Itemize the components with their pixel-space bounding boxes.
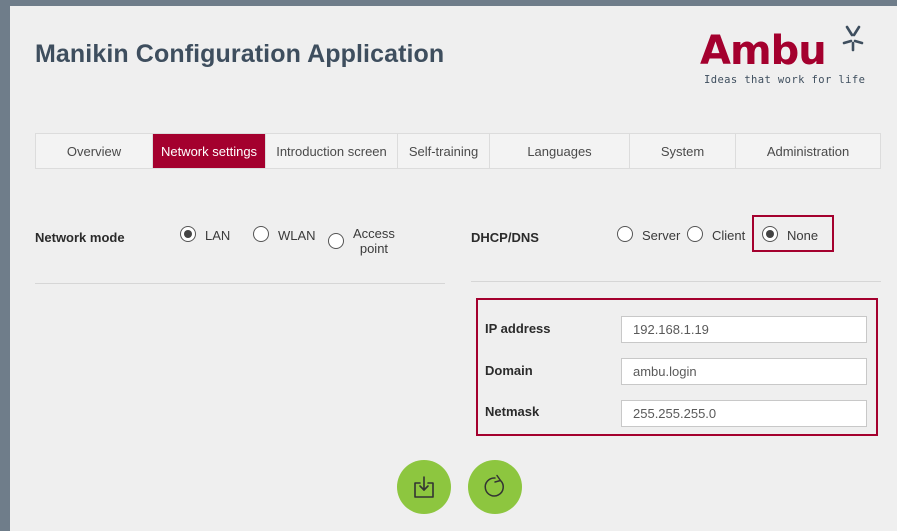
logo-tagline: Ideas that work for life (704, 74, 866, 86)
radio-client-button[interactable] (687, 226, 703, 242)
left-divider (35, 283, 445, 284)
page-title: Manikin Configuration Application (35, 40, 445, 68)
radio-server-label: Server (642, 228, 681, 243)
tab-self-training[interactable]: Self-training (398, 134, 490, 168)
radio-server-button[interactable] (617, 226, 633, 242)
logo-wordmark: Ambu (700, 28, 827, 74)
app-panel: Manikin Configuration Application Ambu I… (10, 6, 897, 531)
tab-introduction-screen[interactable]: Introduction screen (266, 134, 398, 168)
dhcp-dns-label: DHCP/DNS (471, 230, 539, 245)
ambu-logo: Ambu Ideas that work for life (690, 24, 890, 94)
logo-star-icon (842, 25, 864, 52)
radio-client[interactable]: Client (687, 226, 746, 243)
ip-address-input[interactable] (621, 316, 867, 343)
radio-wlan-button[interactable] (253, 226, 269, 242)
radio-none[interactable]: None (762, 226, 819, 243)
tab-languages[interactable]: Languages (490, 134, 630, 168)
radio-client-label: Client (712, 228, 746, 243)
radio-lan-label: LAN (205, 228, 231, 243)
radio-access-point[interactable]: Access point (328, 226, 395, 256)
refresh-icon (484, 474, 504, 497)
tab-network-settings[interactable]: Network settings (153, 134, 266, 168)
radio-none-label: None (787, 228, 819, 243)
ip-address-label: IP address (485, 321, 551, 336)
radio-lan[interactable]: LAN (180, 226, 231, 243)
radio-server[interactable]: Server (617, 226, 681, 243)
right-divider (471, 281, 881, 282)
radio-access-point-button[interactable] (328, 233, 344, 249)
network-mode-label: Network mode (35, 230, 125, 245)
save-button[interactable] (397, 460, 451, 514)
tab-system[interactable]: System (630, 134, 736, 168)
domain-label: Domain (485, 363, 533, 378)
radio-none-button[interactable] (762, 226, 778, 242)
settings-tabs: Overview Network settings Introduction s… (35, 133, 881, 169)
radio-wlan-label: WLAN (278, 228, 316, 243)
tab-overview[interactable]: Overview (36, 134, 153, 168)
refresh-button[interactable] (468, 460, 522, 514)
radio-access-point-label: Access point (353, 226, 395, 256)
netmask-input[interactable] (621, 400, 867, 427)
radio-wlan[interactable]: WLAN (253, 226, 316, 243)
radio-lan-button[interactable] (180, 226, 196, 242)
download-tray-icon (414, 476, 434, 498)
netmask-label: Netmask (485, 404, 540, 419)
domain-input[interactable] (621, 358, 867, 385)
tab-administration[interactable]: Administration (736, 134, 880, 168)
